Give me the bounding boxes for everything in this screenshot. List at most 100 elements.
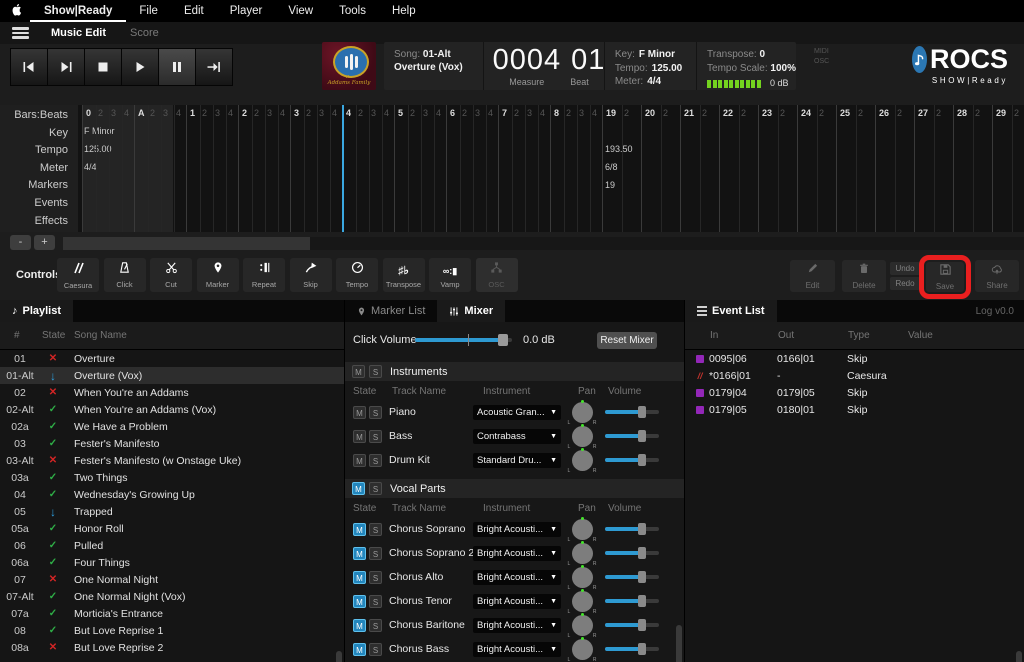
skip-to-start-button[interactable]: [10, 48, 48, 86]
transpose-tool-button[interactable]: ♯♭ Transpose: [382, 258, 425, 292]
mute-button[interactable]: M: [353, 618, 366, 632]
click-volume-handle[interactable]: [498, 334, 509, 346]
playlist-row[interactable]: 05a ✓ Honor Roll: [0, 520, 344, 537]
playlist-row[interactable]: 06a ✓ Four Things: [0, 554, 344, 571]
next-song-button[interactable]: [47, 48, 85, 86]
instrument-select[interactable]: Bright Acousti... ▼: [473, 569, 561, 585]
menu-showready[interactable]: Show|Ready: [30, 0, 127, 22]
solo-button[interactable]: S: [369, 570, 382, 584]
volume-slider[interactable]: [605, 406, 659, 418]
playlist-row[interactable]: 04 ✓ Wednesday's Growing Up: [0, 486, 344, 503]
tab-mixer[interactable]: Mixer: [437, 300, 506, 322]
pan-knob[interactable]: LR: [568, 636, 597, 662]
pan-knob[interactable]: LR: [568, 588, 597, 615]
instrument-select[interactable]: Bright Acousti... ▼: [473, 521, 561, 537]
mute-button[interactable]: M: [353, 405, 366, 419]
pause-button[interactable]: [158, 48, 196, 86]
group-solo-button[interactable]: S: [369, 365, 382, 378]
mute-button[interactable]: M: [353, 546, 366, 560]
tab-event-list[interactable]: Event List: [685, 300, 777, 322]
volume-handle[interactable]: [638, 595, 647, 607]
solo-button[interactable]: S: [369, 405, 382, 419]
volume-slider[interactable]: [605, 430, 659, 442]
playlist-row[interactable]: 06 ✓ Pulled: [0, 537, 344, 554]
instrument-select[interactable]: Acoustic Gran... ▼: [473, 404, 561, 420]
redo-button[interactable]: Redo: [890, 277, 920, 290]
mixer-scrollbar[interactable]: [676, 625, 682, 662]
tab-score[interactable]: Score: [130, 27, 159, 39]
edit-button[interactable]: Edit: [790, 260, 835, 292]
solo-button[interactable]: S: [369, 522, 382, 536]
volume-handle[interactable]: [638, 643, 647, 655]
volume-slider[interactable]: [605, 619, 659, 631]
mute-button[interactable]: M: [353, 594, 366, 608]
instrument-select[interactable]: Standard Dru... ▼: [473, 452, 561, 468]
zoom-out-button[interactable]: -: [10, 235, 31, 250]
volume-handle[interactable]: [638, 571, 647, 583]
instrument-select[interactable]: Contrabass ▼: [473, 428, 561, 444]
share-button[interactable]: Share: [975, 260, 1019, 292]
playlist-row[interactable]: 07-Alt ✓ One Normal Night (Vox): [0, 588, 344, 605]
event-list-scrollbar-thumb[interactable]: [1016, 651, 1022, 662]
hamburger-menu-icon[interactable]: [12, 27, 29, 39]
undo-button[interactable]: Undo: [890, 262, 920, 275]
timeline-scrollbar-thumb[interactable]: [63, 237, 310, 250]
instrument-select[interactable]: Bright Acousti... ▼: [473, 617, 561, 633]
pan-knob[interactable]: LR: [568, 399, 597, 426]
volume-slider[interactable]: [605, 454, 659, 466]
skip-tool-button[interactable]: Skip: [289, 258, 332, 292]
mute-button[interactable]: M: [353, 642, 366, 656]
playlist-row[interactable]: 03 ✓ Fester's Manifesto: [0, 435, 344, 452]
playlist-row[interactable]: 02 ✕ When You're an Addams: [0, 384, 344, 401]
playlist-row[interactable]: 03a ✓ Two Things: [0, 469, 344, 486]
playlist-row[interactable]: 08 ✓ But Love Reprise 1: [0, 622, 344, 639]
pan-knob[interactable]: LR: [568, 423, 597, 450]
cut-tool-button[interactable]: Cut: [150, 258, 192, 292]
volume-handle[interactable]: [638, 406, 647, 418]
save-button[interactable]: Save: [926, 262, 964, 292]
playlist-row[interactable]: 02a ✓ We Have a Problem: [0, 418, 344, 435]
event-row[interactable]: 0095|06 0166|01 Skip: [685, 350, 1024, 367]
volume-slider[interactable]: [605, 547, 659, 559]
tab-music-edit[interactable]: Music Edit: [51, 27, 106, 39]
apple-icon[interactable]: [12, 4, 24, 18]
menu-item-edit[interactable]: Edit: [171, 0, 217, 22]
playlist-row[interactable]: 01 ✕ Overture: [0, 350, 344, 367]
menu-item-player[interactable]: Player: [217, 0, 276, 22]
playlist-row[interactable]: 02-Alt ✓ When You're an Addams (Vox): [0, 401, 344, 418]
volume-handle[interactable]: [638, 454, 647, 466]
solo-button[interactable]: S: [369, 546, 382, 560]
tab-marker-list[interactable]: Marker List: [345, 300, 437, 322]
volume-slider[interactable]: [605, 595, 659, 607]
delete-button[interactable]: Delete: [842, 260, 886, 292]
mixer-scrollbar-thumb[interactable]: [676, 625, 682, 662]
solo-button[interactable]: S: [369, 594, 382, 608]
mute-button[interactable]: M: [353, 522, 366, 536]
event-row[interactable]: 0179|04 0179|05 Skip: [685, 384, 1024, 401]
menu-item-view[interactable]: View: [275, 0, 326, 22]
stop-button[interactable]: [84, 48, 122, 86]
volume-slider[interactable]: [605, 571, 659, 583]
group-mute-button[interactable]: M: [352, 365, 365, 378]
volume-slider[interactable]: [605, 523, 659, 535]
pan-knob[interactable]: LR: [568, 612, 597, 639]
playlist-scrollbar[interactable]: [336, 651, 342, 662]
group-solo-button[interactable]: S: [369, 482, 382, 495]
caesura-tool-button[interactable]: Caesura: [57, 258, 99, 292]
repeat-tool-button[interactable]: Repeat: [243, 258, 285, 292]
marker-tool-button[interactable]: Marker: [196, 258, 239, 292]
volume-slider[interactable]: [605, 643, 659, 655]
solo-button[interactable]: S: [369, 642, 382, 656]
osc-tool-button[interactable]: OSC: [475, 258, 518, 292]
pan-knob[interactable]: LR: [568, 447, 597, 474]
menu-item-file[interactable]: File: [126, 0, 171, 22]
mute-button[interactable]: M: [353, 429, 366, 443]
pan-knob[interactable]: LR: [568, 540, 597, 567]
event-row[interactable]: // *0166|01 - Caesura: [685, 367, 1024, 384]
playlist-row[interactable]: 05 ↓ Trapped: [0, 503, 344, 520]
playlist-scrollbar-thumb[interactable]: [336, 651, 342, 662]
playhead[interactable]: [342, 105, 344, 232]
timeline-grid[interactable]: F Minor 125.00 4/4 193.50 6/8 19 0234A23…: [78, 105, 1024, 232]
volume-handle[interactable]: [638, 547, 647, 559]
pan-knob[interactable]: LR: [568, 516, 597, 543]
